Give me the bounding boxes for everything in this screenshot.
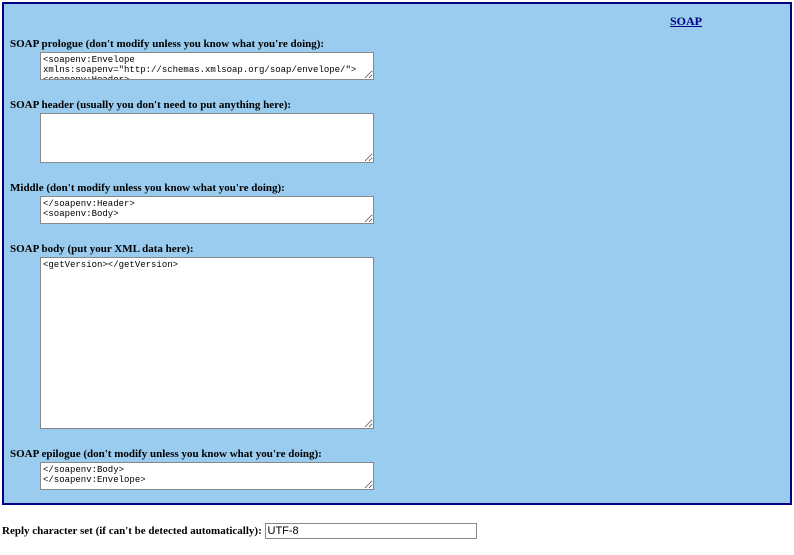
body-label: SOAP body (put your XML data here): xyxy=(10,243,788,255)
soap-link[interactable]: SOAP xyxy=(670,14,702,28)
header-link-row: SOAP xyxy=(6,12,788,30)
middle-label: Middle (don't modify unless you know wha… xyxy=(10,182,788,194)
body-textarea[interactable] xyxy=(40,257,374,429)
body-row: SOAP body (put your XML data here): xyxy=(10,243,788,434)
epilogue-label: SOAP epilogue (don't modify unless you k… xyxy=(10,448,788,460)
prologue-row: SOAP prologue (don't modify unless you k… xyxy=(10,38,788,85)
soap-header-label: SOAP header (usually you don't need to p… xyxy=(10,99,788,111)
charset-label: Reply character set (if can't be detecte… xyxy=(2,525,262,537)
epilogue-row: SOAP epilogue (don't modify unless you k… xyxy=(10,448,788,495)
prologue-textarea[interactable] xyxy=(40,52,374,80)
charset-row: Reply character set (if can't be detecte… xyxy=(2,523,794,539)
middle-row: Middle (don't modify unless you know wha… xyxy=(10,182,788,229)
soap-header-row: SOAP header (usually you don't need to p… xyxy=(10,99,788,168)
charset-input[interactable] xyxy=(265,523,477,539)
epilogue-textarea[interactable] xyxy=(40,462,374,490)
soap-panel: SOAP SOAP prologue (don't modify unless … xyxy=(2,2,792,505)
middle-textarea[interactable] xyxy=(40,196,374,224)
soap-header-textarea[interactable] xyxy=(40,113,374,163)
prologue-label: SOAP prologue (don't modify unless you k… xyxy=(10,38,788,50)
